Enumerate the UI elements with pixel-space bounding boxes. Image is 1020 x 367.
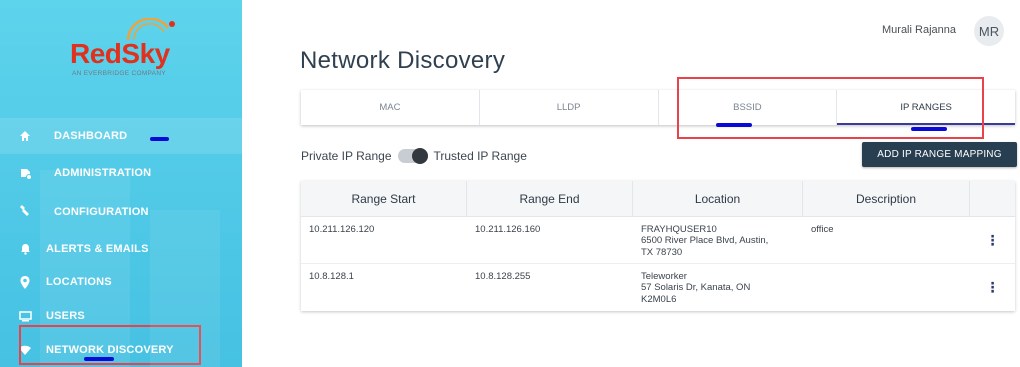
column-header-actions [970, 181, 1015, 216]
location-address-line1: 6500 River Place Blvd, Austin, [641, 235, 769, 247]
sidebar-item-dashboard[interactable]: DASHBOARD [0, 118, 242, 154]
cell-range-start: 10.8.128.1 [309, 271, 354, 282]
sidebar-item-label: LOCATIONS [46, 276, 112, 288]
sidebar-item-configuration[interactable]: CONFIGURATION [0, 194, 242, 230]
sidebar-item-administration[interactable]: ADMINISTRATION [0, 155, 242, 191]
row-menu-icon[interactable]: ⋮ [970, 217, 1015, 263]
redsky-logo[interactable]: RedSky AN EVERBRIDGE COMPANY [60, 18, 190, 88]
annotation-underline [911, 127, 947, 131]
sidebar-item-label: ALERTS & EMAILS [46, 243, 149, 255]
brand-name: RedSky [70, 38, 170, 69]
private-ip-range-label: Private IP Range [301, 149, 392, 163]
column-header-range-end[interactable]: Range End [467, 181, 633, 216]
sidebar-item-alerts-emails[interactable]: ALERTS & EMAILS [0, 231, 242, 267]
table-header: Range Start Range End Location Descripti… [301, 181, 1015, 217]
sidebar-item-label: DASHBOARD [54, 130, 128, 142]
annotation-highlight-box [19, 325, 201, 365]
location-address-line2: K2M0L6 [641, 293, 677, 305]
wrench-icon [8, 205, 42, 219]
location-pin-icon [8, 275, 42, 289]
trusted-ip-range-label: Trusted IP Range [433, 149, 527, 163]
cell-location: FRAYHQUSER10 6500 River Place Blvd, Aust… [633, 217, 803, 263]
annotation-underline [716, 123, 752, 127]
cell-range-start: 10.211.126.120 [309, 224, 375, 235]
bell-icon [8, 243, 42, 255]
table-row[interactable]: 10.8.128.1 10.8.128.255 Teleworker 57 So… [301, 264, 1015, 311]
column-header-range-start[interactable]: Range Start [301, 181, 467, 216]
cell-location: Teleworker 57 Solaris Dr, Kanata, ON K2M… [633, 264, 803, 311]
tab-mac[interactable]: MAC [301, 90, 480, 125]
sidebar-item-label: ADMINISTRATION [54, 167, 152, 179]
column-header-description[interactable]: Description [803, 181, 970, 216]
ip-range-table: Range Start Range End Location Descripti… [301, 181, 1015, 311]
ip-range-toggle[interactable] [397, 148, 428, 164]
location-address-line1: 57 Solaris Dr, Kanata, ON [641, 282, 751, 294]
admin-gear-icon [8, 167, 42, 180]
toggle-knob [411, 148, 428, 164]
cell-description: office [811, 224, 834, 235]
sidebar: RedSky AN EVERBRIDGE COMPANY DASHBOARD A… [0, 0, 242, 367]
cell-range-end: 10.211.126.160 [475, 224, 541, 235]
monitor-icon [8, 310, 42, 322]
tab-lldp[interactable]: LLDP [480, 90, 659, 125]
location-name: Teleworker [641, 271, 687, 282]
location-address-line2: TX 78730 [641, 246, 683, 258]
column-header-location[interactable]: Location [633, 181, 803, 216]
page-title: Network Discovery [300, 47, 506, 74]
annotation-underline [150, 137, 169, 141]
cell-description [803, 264, 970, 311]
row-menu-icon[interactable]: ⋮ [970, 264, 1015, 311]
location-name: FRAYHQUSER10 [641, 224, 717, 235]
user-name[interactable]: Murali Rajanna [882, 24, 956, 36]
add-ip-range-mapping-button[interactable]: ADD IP RANGE MAPPING [862, 142, 1017, 167]
table-row[interactable]: 10.211.126.120 10.211.126.160 FRAYHQUSER… [301, 217, 1015, 264]
ip-range-toggle-row: Private IP Range Trusted IP Range [301, 148, 527, 164]
sidebar-item-label: USERS [46, 310, 85, 322]
cell-range-end: 10.8.128.255 [475, 271, 531, 282]
brand-tagline: AN EVERBRIDGE COMPANY [72, 70, 166, 77]
sidebar-item-label: CONFIGURATION [54, 206, 149, 218]
sidebar-item-locations[interactable]: LOCATIONS [0, 264, 242, 300]
home-icon [8, 130, 42, 142]
avatar[interactable]: MR [974, 16, 1004, 46]
